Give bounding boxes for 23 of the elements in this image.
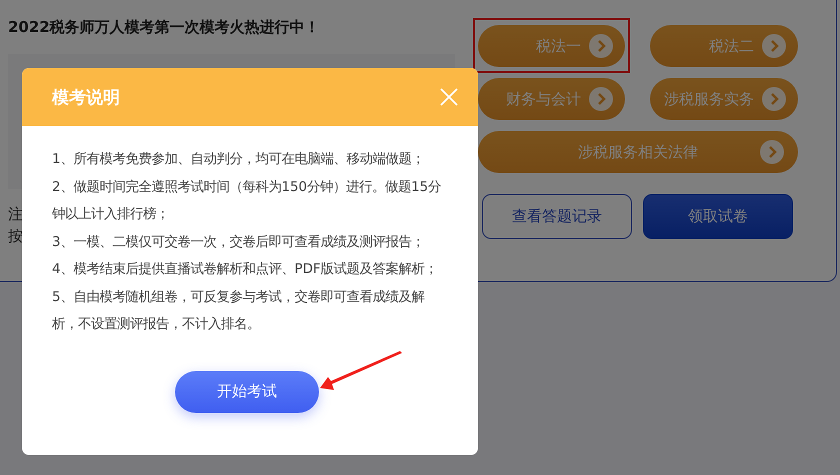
rule-text: 2、做题时间完全遵照考试时间（每科为150分钟）进行。做题15分钟以上计入排行榜；	[52, 178, 442, 224]
get-paper-button[interactable]: 领取试卷	[643, 194, 793, 239]
chevron-right-icon	[589, 87, 613, 111]
chevron-right-icon	[589, 34, 613, 58]
rule-text: 5、自由模考随机组卷，可反复参与考试，交卷即可查看成绩及解析，不设置测评报告，不计入排名。	[52, 288, 426, 334]
headline: 2022税务师万人模考第一次模考火热进行中！	[8, 18, 321, 38]
subject-button[interactable]: 财务与会计	[478, 78, 625, 120]
modal-title: 模考说明	[52, 86, 120, 108]
subject-button[interactable]: 涉税服务相关法律	[478, 131, 798, 173]
rule-text: 1、所有模考免费参加、自动判分，均可在电脑端、移动端做题；	[52, 150, 426, 169]
note-text: 按	[8, 226, 23, 247]
answer-record-button[interactable]: 查看答题记录	[482, 194, 632, 239]
subject-button[interactable]: 税法二	[650, 25, 798, 67]
chevron-right-icon	[760, 140, 784, 164]
rule-text: 4、模考结束后提供直播试卷解析和点评、PDF版试题及答案解析；	[52, 260, 439, 279]
chevron-right-icon	[762, 87, 786, 111]
start-exam-button[interactable]: 开始考试	[175, 370, 319, 412]
subject-button[interactable]: 涉税服务实务	[650, 78, 798, 120]
close-icon[interactable]	[440, 88, 458, 106]
chevron-right-icon	[762, 34, 786, 58]
subject-button[interactable]: 税法一	[478, 25, 625, 67]
rule-text: 3、一模、二模仅可交卷一次，交卷后即可查看成绩及测评报告；	[52, 234, 426, 252]
note-text: 注	[8, 204, 23, 225]
